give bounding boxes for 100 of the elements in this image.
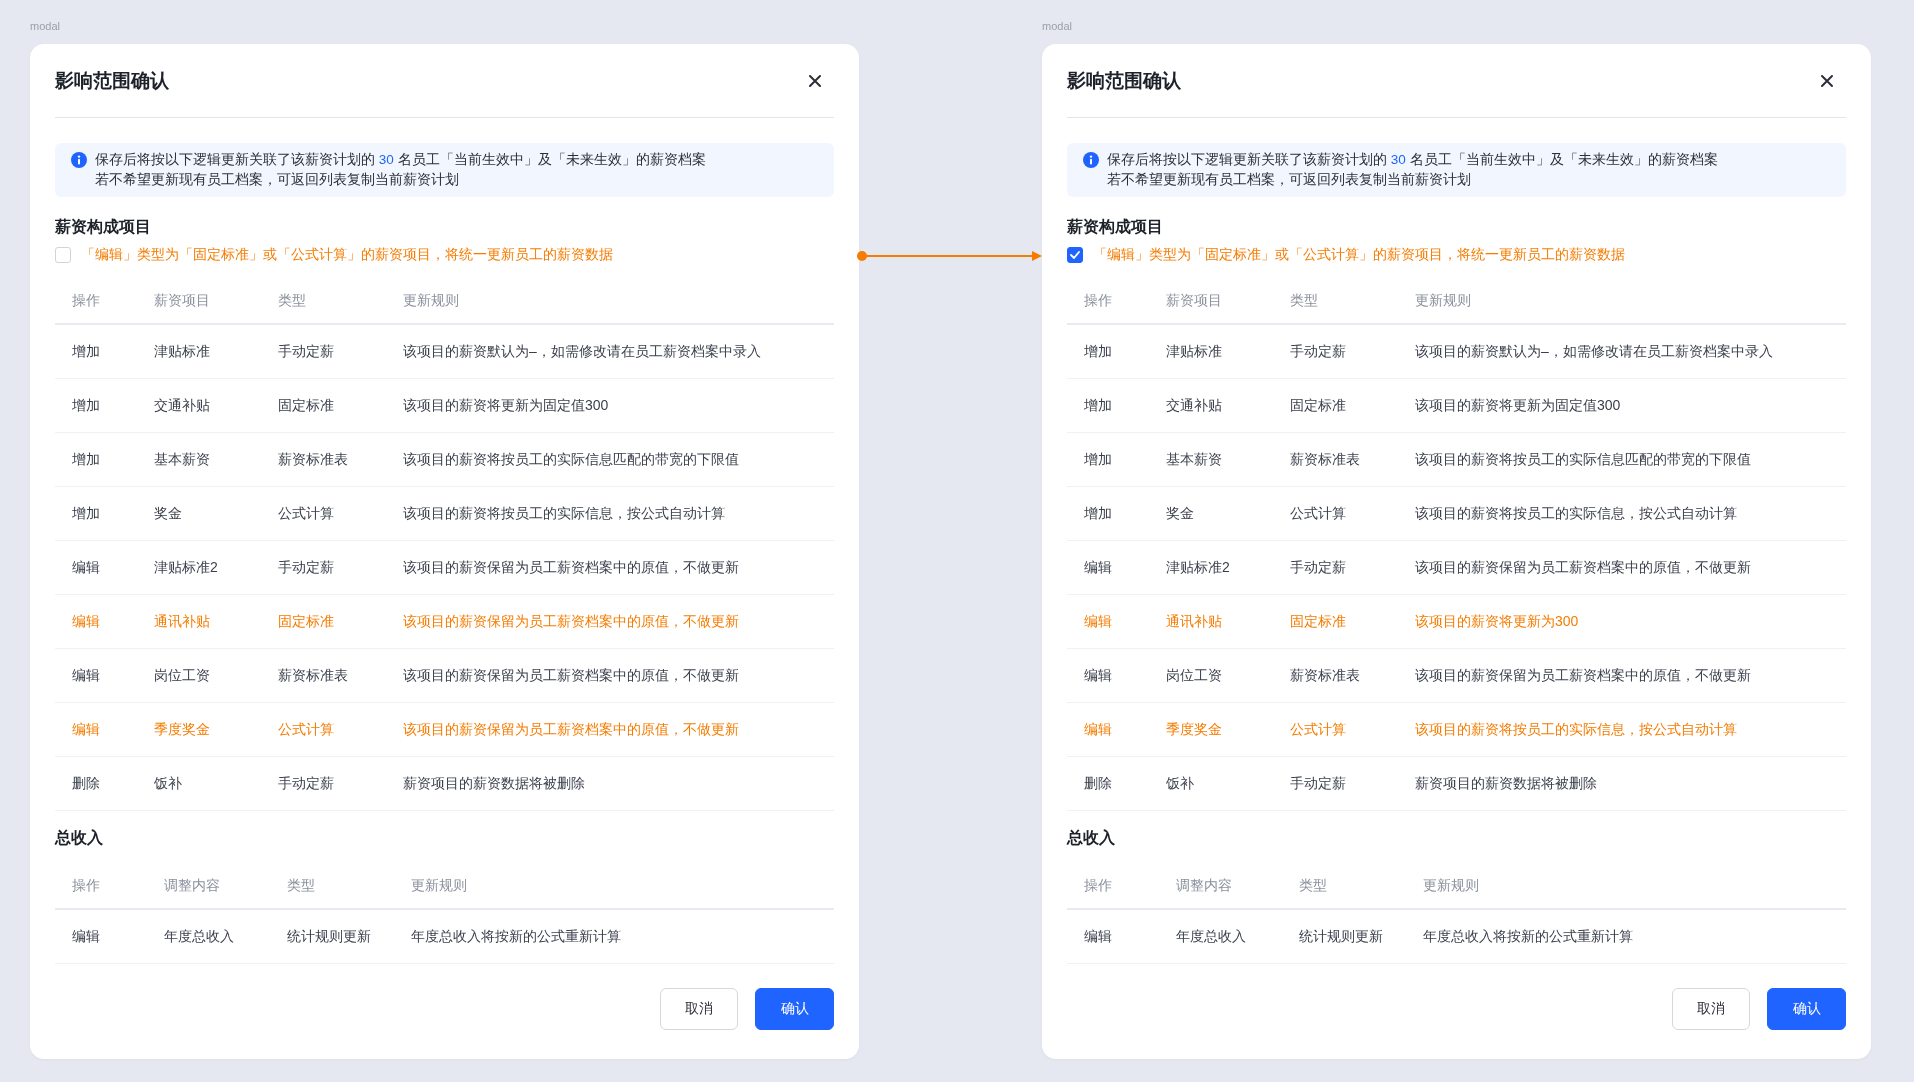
column-header: 更新规则 [1423,876,1479,895]
column-header: 类型 [287,876,315,895]
section-heading: 薪资构成项目 [1067,217,1163,237]
close-icon[interactable] [1820,73,1834,88]
dialog-title: 影响范围确认 [55,68,169,93]
table-cell: 岗位工资 [154,666,210,685]
table-cell: 薪资标准表 [278,450,348,469]
table-cell: 该项目的薪资将更新为固定值300 [1415,396,1621,415]
table-cell: 编辑 [1084,666,1112,685]
table-cell: 增加 [1084,396,1112,415]
column-header: 调整内容 [1176,876,1232,895]
table-cell: 基本薪资 [1166,450,1222,469]
table-cell: 编辑 [72,558,100,577]
close-icon[interactable] [808,73,822,88]
checkbox-label: 「编辑」类型为「固定标准」或「公式计算」的薪资项目，将统一更新员工的薪资数据 [1093,246,1625,264]
table-cell: 薪资标准表 [1290,666,1360,685]
table-cell: 手动定薪 [278,342,334,361]
table-cell: 季度奖金 [1166,720,1222,739]
column-header: 类型 [278,291,306,310]
column-header: 操作 [1084,291,1112,310]
column-header: 调整内容 [164,876,220,895]
table-cell: 季度奖金 [154,720,210,739]
checkbox[interactable] [1067,247,1083,263]
table-cell: 编辑 [72,612,100,631]
confirm-button[interactable]: 确认 [1767,988,1846,1030]
table-cell: 该项目的薪资保留为员工薪资档案中的原值，不做更新 [1415,666,1751,685]
table-cell: 增加 [72,396,100,415]
table-cell: 通讯补贴 [154,612,210,631]
table-cell: 该项目的薪资将更新为固定值300 [403,396,609,415]
table-cell: 公式计算 [1290,720,1346,739]
table-cell: 公式计算 [278,504,334,523]
table-cell: 交通补贴 [154,396,210,415]
table-cell: 该项目的薪资默认为–，如需修改请在员工薪资档案中录入 [1415,342,1773,361]
table-cell: 薪资标准表 [1290,450,1360,469]
table-cell: 该项目的薪资保留为员工薪资档案中的原值，不做更新 [403,666,739,685]
table-cell: 津贴标准2 [1166,558,1230,577]
table-cell: 增加 [1084,450,1112,469]
table-cell: 编辑 [1084,927,1112,946]
table-cell: 增加 [72,342,100,361]
table-cell: 该项目的薪资将按员工的实际信息匹配的带宽的下限值 [403,450,739,469]
table-cell: 固定标准 [278,396,334,415]
table-cell: 固定标准 [1290,612,1346,631]
table-cell: 津贴标准 [1166,342,1222,361]
info-note: 若不希望更新现有员工档案，可返回列表复制当前薪资计划 [95,171,459,189]
table-cell: 增加 [72,504,100,523]
column-header: 更新规则 [1415,291,1471,310]
table-cell: 年度总收入 [164,927,234,946]
table-cell: 薪资项目的薪资数据将被删除 [403,774,585,793]
column-header: 薪资项目 [154,291,210,310]
table-cell: 该项目的薪资将按员工的实际信息匹配的带宽的下限值 [1415,450,1751,469]
info-note: 若不希望更新现有员工档案，可返回列表复制当前薪资计划 [1107,171,1471,189]
column-header: 操作 [72,876,100,895]
table-cell: 固定标准 [278,612,334,631]
cancel-button[interactable]: 取消 [1672,988,1750,1030]
section-heading: 薪资构成项目 [55,217,151,237]
table-cell: 手动定薪 [1290,342,1346,361]
table-cell: 编辑 [1084,612,1112,631]
table-cell: 奖金 [1166,504,1194,523]
table-cell: 薪资项目的薪资数据将被删除 [1415,774,1597,793]
table-cell: 该项目的薪资保留为员工薪资档案中的原值，不做更新 [403,720,739,739]
table-cell: 手动定薪 [1290,774,1346,793]
table-cell: 删除 [72,774,100,793]
table-cell: 薪资标准表 [278,666,348,685]
table-cell: 奖金 [154,504,182,523]
info-icon [1083,152,1099,168]
table-cell: 编辑 [72,927,100,946]
table-cell: 饭补 [1166,774,1194,793]
section-heading: 总收入 [1067,828,1115,848]
column-header: 类型 [1299,876,1327,895]
table-cell: 该项目的薪资保留为员工薪资档案中的原值，不做更新 [403,558,739,577]
table-cell: 年度总收入 [1176,927,1246,946]
table-cell: 编辑 [1084,720,1112,739]
table-cell: 编辑 [72,666,100,685]
table-cell: 该项目的薪资保留为员工薪资档案中的原值，不做更新 [403,612,739,631]
table-cell: 该项目的薪资默认为–，如需修改请在员工薪资档案中录入 [403,342,761,361]
table-cell: 该项目的薪资将按员工的实际信息，按公式自动计算 [1415,720,1737,739]
info-text: 保存后将按以下逻辑更新关联了该薪资计划的 30 名员工「当前生效中」及「未来生效」的薪资档案 [1107,151,1718,169]
table-cell: 该项目的薪资将按员工的实际信息，按公式自动计算 [1415,504,1737,523]
table-cell: 饭补 [154,774,182,793]
table-cell: 固定标准 [1290,396,1346,415]
table-cell: 公式计算 [278,720,334,739]
table-cell: 公式计算 [1290,504,1346,523]
table-cell: 增加 [72,450,100,469]
table-cell: 增加 [1084,504,1112,523]
confirm-button[interactable]: 确认 [755,988,834,1030]
table-cell: 基本薪资 [154,450,210,469]
modal-label: modal [1042,21,1072,34]
table-cell: 手动定薪 [1290,558,1346,577]
table-cell: 津贴标准 [154,342,210,361]
table-cell: 手动定薪 [278,774,334,793]
table-cell: 统计规则更新 [287,927,371,946]
column-header: 更新规则 [411,876,467,895]
dialog-title: 影响范围确认 [1067,68,1181,93]
table-cell: 年度总收入将按新的公式重新计算 [1423,927,1633,946]
column-header: 操作 [72,291,100,310]
info-text: 保存后将按以下逻辑更新关联了该薪资计划的 30 名员工「当前生效中」及「未来生效」的薪资档案 [95,151,706,169]
column-header: 薪资项目 [1166,291,1222,310]
cancel-button[interactable]: 取消 [660,988,738,1030]
column-header: 类型 [1290,291,1318,310]
table-cell: 编辑 [1084,558,1112,577]
